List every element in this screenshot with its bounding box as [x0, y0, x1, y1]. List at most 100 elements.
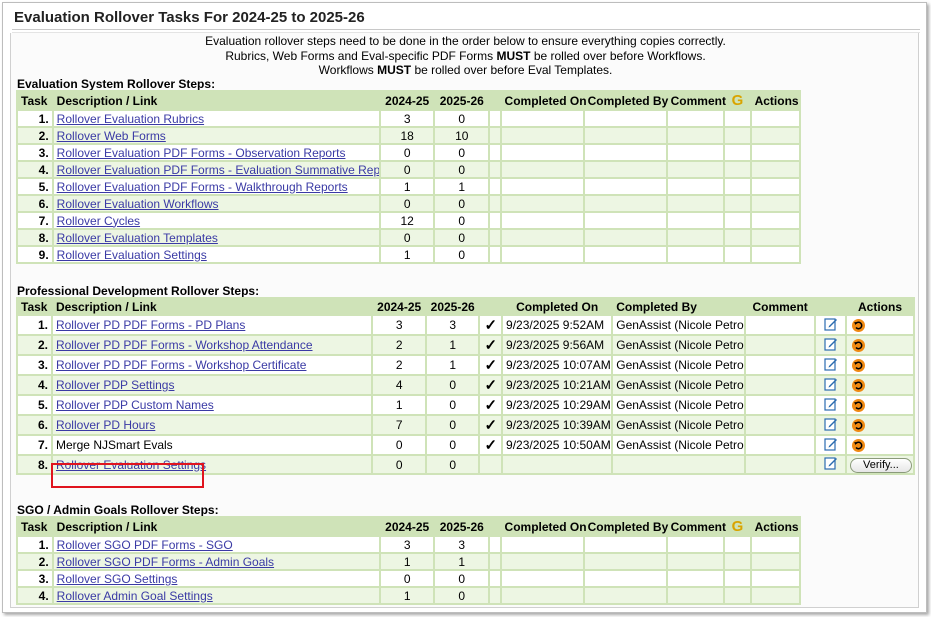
intro-line-1: Evaluation rollover steps need to be don…: [205, 34, 726, 48]
edit-icon[interactable]: [823, 377, 838, 394]
g-cell: [725, 145, 750, 160]
edit-icon[interactable]: [823, 456, 838, 473]
comment-cell: [746, 436, 815, 454]
task-number: 4.: [18, 162, 52, 177]
undo-rollover-icon[interactable]: [851, 359, 865, 373]
completed-on: 9/23/2025 9:56AM: [503, 336, 612, 354]
task-link[interactable]: Rollover PD Hours: [56, 418, 155, 432]
actions-cell: [846, 436, 913, 454]
count-2025-26: 0: [426, 436, 479, 454]
task-number: 5.: [18, 396, 51, 414]
completed-by: [584, 554, 666, 569]
task-link[interactable]: Rollover Evaluation Templates: [57, 231, 218, 245]
count-2025-26: 1: [426, 356, 479, 374]
completed-by: GenAssist (Nicole Petron): [613, 396, 745, 414]
col-completed-on: Completed On: [501, 92, 587, 109]
g-icon[interactable]: G: [732, 92, 744, 109]
count-2025-26: 0: [426, 396, 479, 414]
edit-icon[interactable]: [823, 357, 838, 374]
task-description: Rollover PDP Custom Names: [52, 396, 372, 414]
actions-cell: [846, 396, 913, 414]
edit-icon[interactable]: [823, 437, 838, 454]
task-link[interactable]: Rollover Evaluation PDF Forms - Walkthro…: [57, 180, 348, 194]
undo-rollover-icon[interactable]: [851, 399, 865, 413]
task-number: 8.: [18, 456, 51, 473]
section-title-evaluation-system: Evaluation System Rollover Steps:: [17, 77, 216, 91]
professional-development-table: Task Description / Link 2024-25 2025-26 …: [16, 297, 915, 475]
completed-by: [584, 588, 666, 603]
completed-by: [584, 537, 666, 552]
table-row: 2. Rollover SGO PDF Forms - Admin Goals 1 1: [18, 554, 799, 569]
comment-cell: [746, 396, 815, 414]
col-task: Task: [18, 299, 51, 314]
task-link[interactable]: Rollover SGO PDF Forms - Admin Goals: [57, 555, 274, 569]
table-row: 4. Rollover Admin Goal Settings 1 0: [18, 588, 799, 603]
task-link[interactable]: Rollover PD PDF Forms - Workshop Attenda…: [56, 338, 313, 352]
col-actions: Actions: [846, 299, 913, 314]
task-number: 1.: [18, 111, 52, 126]
status-cell: [490, 537, 500, 552]
g-icon[interactable]: G: [732, 518, 744, 535]
task-link[interactable]: Rollover Evaluation PDF Forms - Evaluati…: [57, 163, 379, 177]
table-row: 8. Rollover Evaluation Templates 0 0: [18, 230, 799, 245]
count-2024-25: 1: [380, 588, 434, 603]
undo-rollover-icon[interactable]: [851, 439, 865, 453]
comment-cell: [746, 336, 815, 354]
task-link[interactable]: Rollover Web Forms: [57, 129, 166, 143]
undo-rollover-icon[interactable]: [851, 339, 865, 353]
task-description: Merge NJSmart Evals: [52, 436, 372, 454]
count-2025-26: 1: [426, 336, 479, 354]
edit-cell: [816, 356, 845, 374]
actions-cell: [846, 316, 913, 334]
count-2024-25: 1: [380, 247, 434, 262]
task-number: 9.: [18, 247, 52, 262]
edit-icon[interactable]: [823, 337, 838, 354]
col-task: Task: [18, 518, 52, 535]
task-link[interactable]: Rollover Evaluation Settings: [57, 248, 207, 262]
col-status: [480, 299, 502, 314]
count-2025-26: 10: [435, 128, 489, 143]
undo-rollover-icon[interactable]: [851, 379, 865, 393]
undo-rollover-icon[interactable]: [851, 319, 865, 333]
edit-icon[interactable]: [823, 317, 838, 334]
task-link[interactable]: Rollover Cycles: [57, 214, 140, 228]
col-2025-26: 2025-26: [435, 92, 489, 109]
status-cell: [490, 588, 500, 603]
comment-cell: [667, 111, 724, 126]
completed-on: [501, 588, 583, 603]
task-link[interactable]: Rollover PDP Custom Names: [56, 398, 214, 412]
task-link[interactable]: Rollover SGO Settings: [57, 572, 178, 586]
task-link[interactable]: Rollover SGO PDF Forms - SGO: [57, 538, 233, 552]
completed-by: [584, 247, 666, 262]
count-2025-26: 0: [435, 247, 489, 262]
col-comment: Comment: [667, 518, 726, 535]
task-link[interactable]: Rollover PDP Settings: [56, 378, 175, 392]
edit-icon[interactable]: [823, 397, 838, 414]
comment-cell: [746, 416, 815, 434]
status-cell: [490, 213, 500, 228]
task-link[interactable]: Rollover Evaluation Workflows: [57, 197, 219, 211]
undo-rollover-icon[interactable]: [851, 419, 865, 433]
col-2024-25: 2024-25: [373, 299, 425, 314]
task-link[interactable]: Rollover Admin Goal Settings: [57, 589, 213, 603]
task-description: Rollover Evaluation Templates: [53, 230, 379, 245]
task-link[interactable]: Rollover PD PDF Forms - PD Plans: [56, 318, 245, 332]
verify-button[interactable]: Verify...: [849, 457, 912, 473]
count-2025-26: 0: [435, 588, 489, 603]
count-2024-25: 18: [380, 128, 434, 143]
table-row: 3. Rollover PD PDF Forms - Workshop Certi…: [18, 356, 913, 374]
actions-cell: [751, 554, 799, 569]
count-2024-25: 0: [380, 145, 434, 160]
table-row: 7. Merge NJSmart Evals 0 0 ✓ 9/23/2025 10:50A…: [18, 436, 913, 454]
edit-cell: [816, 456, 845, 473]
edit-icon[interactable]: [823, 417, 838, 434]
count-2024-25: 3: [380, 537, 434, 552]
table-header-row: Task Description / Link 2024-25 2025-26 …: [18, 92, 799, 109]
g-cell: [725, 162, 750, 177]
task-link[interactable]: Rollover Evaluation PDF Forms - Observat…: [57, 146, 346, 160]
completed-by: [613, 456, 745, 473]
task-link[interactable]: Rollover PD PDF Forms - Workshop Certifi…: [56, 358, 307, 372]
count-2025-26: 0: [426, 456, 479, 473]
count-2025-26: 0: [435, 196, 489, 211]
task-link[interactable]: Rollover Evaluation Rubrics: [57, 112, 204, 126]
